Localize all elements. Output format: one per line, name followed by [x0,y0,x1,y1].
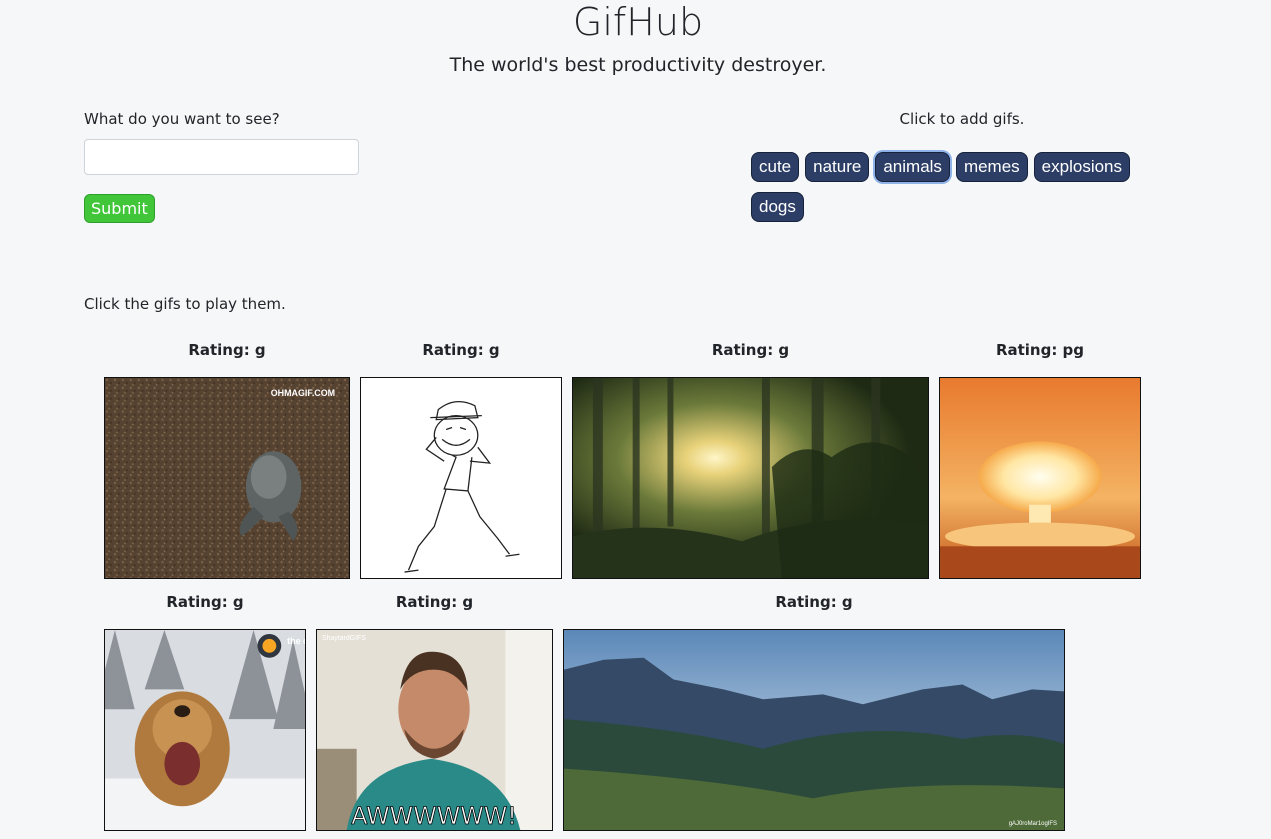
mountains-image: gAJ0roMar1ogIFS [564,630,1064,830]
gif-rating: Rating: g [775,593,853,611]
trollface-image [361,378,561,578]
gif-octopus[interactable]: OHMAGIF.COM [104,377,350,579]
gif-watermark: gAJ0roMar1ogIFS [1009,821,1057,827]
gif-caption: AWWWWWW! [351,802,517,830]
topic-button-cute[interactable]: cute [751,152,800,182]
submit-button[interactable]: Submit [84,194,155,223]
man-image: ShaytardGIFS AWWWWWW! [317,630,552,830]
play-gifs-label: Click the gifs to play them. [84,295,286,313]
site-title: GifHub [572,0,704,44]
gif-explosion[interactable] [939,377,1141,579]
gif-forest[interactable] [572,377,929,579]
page: GifHub The world's best productivity des… [0,0,1271,839]
gif-dog[interactable]: the dodo [104,629,306,831]
gif-watermark: the dodo [287,636,305,646]
gif-rating: Rating: g [395,593,474,611]
add-gifs-label: Click to add gifs. [899,110,1025,128]
gif-man[interactable]: ShaytardGIFS AWWWWWW! [316,629,553,831]
search-label: What do you want to see? [84,110,280,128]
search-input[interactable] [84,139,359,175]
topic-button-memes[interactable]: memes [955,152,1028,182]
topic-button-dogs[interactable]: dogs [751,192,804,222]
forest-image [573,378,928,578]
gif-watermark: ShaytardGIFS [322,635,366,642]
topic-button-nature[interactable]: nature [805,152,870,182]
gif-trollface[interactable] [360,377,562,579]
topic-buttons: cute nature animals memes explosions dogs [751,152,1171,232]
topic-button-explosions[interactable]: explosions [1033,152,1130,182]
explosion-image [940,378,1140,578]
gif-rating: Rating: g [166,593,244,611]
topic-button-animals[interactable]: animals [875,152,950,182]
gif-rating: Rating: g [711,341,790,359]
gif-watermark: OHMAGIF.COM [271,388,335,398]
gif-rating: Rating: pg [995,341,1085,359]
gif-mountains[interactable]: gAJ0roMar1ogIFS [563,629,1065,831]
octopus-image: OHMAGIF.COM [105,378,349,578]
gif-rating: Rating: g [188,341,266,359]
gif-rating: Rating: g [422,341,500,359]
dog-image: the dodo [105,630,305,830]
site-subtitle: The world's best productivity destroyer. [449,54,827,76]
